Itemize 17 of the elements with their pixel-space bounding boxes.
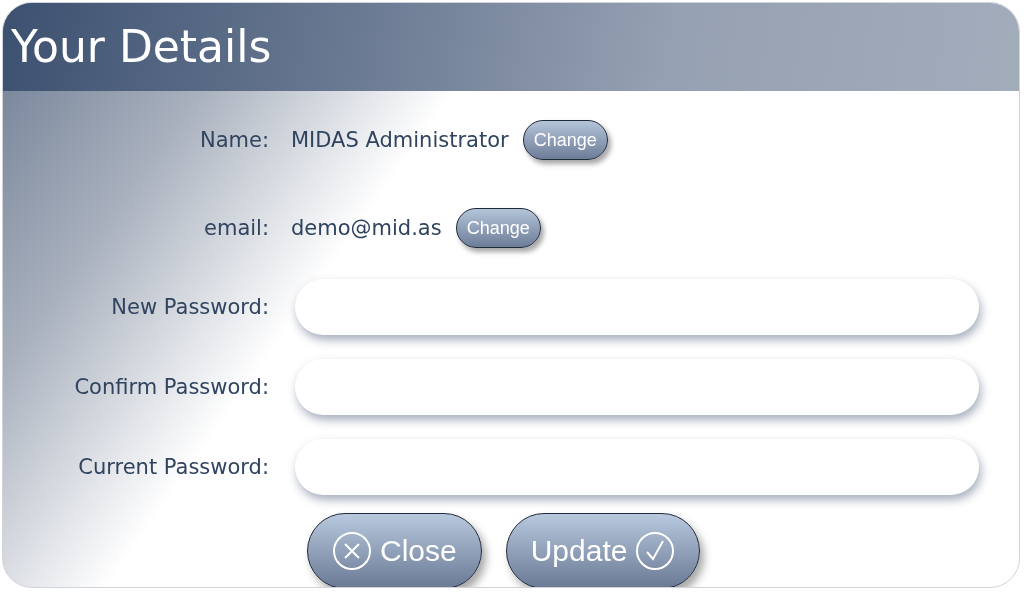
field-label: email: — [203, 216, 269, 240]
change-button[interactable]: Change — [522, 120, 608, 160]
change-button[interactable]: Change — [455, 208, 541, 248]
close-button[interactable]: Close — [307, 513, 482, 587]
update-button[interactable]: Update — [505, 513, 701, 587]
password-field[interactable] — [295, 359, 979, 415]
password-field[interactable] — [295, 439, 979, 495]
check-icon — [635, 531, 676, 571]
field-value: MIDAS Administrator — [291, 128, 509, 152]
password-field[interactable] — [295, 279, 979, 335]
field-label: Name: — [198, 128, 269, 152]
window-title: Your Details — [11, 21, 272, 73]
field-label: Confirm Password: — [73, 375, 269, 399]
field-label: Current Password: — [77, 455, 269, 479]
close-icon — [332, 531, 372, 571]
field-label: New Password: — [110, 295, 269, 319]
field-value: demo@mid.as — [291, 216, 442, 240]
